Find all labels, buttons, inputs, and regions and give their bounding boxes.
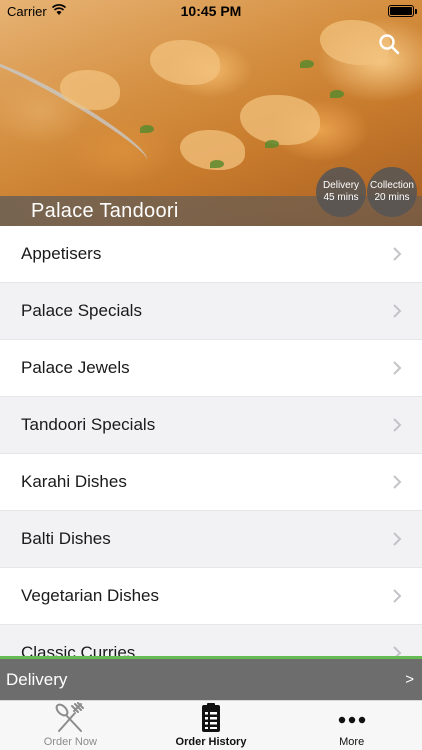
menu-category-label: Vegetarian Dishes	[21, 586, 159, 605]
herb-garnish	[210, 160, 224, 168]
menu-category-vegetarian-dishes[interactable]: Vegetarian Dishes	[0, 568, 422, 625]
chevron-right-icon	[393, 475, 402, 489]
menu-category-classic-curries[interactable]: Classic Curries	[0, 625, 422, 656]
clock: 10:45 PM	[180, 3, 242, 19]
chevron-right-icon	[393, 361, 402, 375]
delivery-time-badge: Delivery 45 mins	[316, 167, 366, 217]
delivery-badge-time: 45 mins	[323, 192, 359, 203]
menu-category-palace-jewels[interactable]: Palace Jewels	[0, 340, 422, 397]
chevron-right-icon	[393, 589, 402, 603]
restaurant-name: Palace Tandoori	[31, 200, 179, 222]
menu-category-label: Palace Specials	[21, 301, 142, 320]
tab-label: Order History	[175, 736, 247, 748]
chevron-right-icon	[393, 532, 402, 546]
tab-more[interactable]: More	[281, 701, 422, 750]
chevron-right-icon	[393, 304, 402, 318]
menu-category-balti-dishes[interactable]: Balti Dishes	[0, 511, 422, 568]
herb-garnish	[330, 90, 344, 98]
herb-garnish	[265, 140, 279, 148]
clipboard-list-icon	[194, 702, 228, 734]
menu-category-label: Appetisers	[21, 244, 102, 263]
status-bar: Carrier 10:45 PM	[0, 0, 422, 22]
ladle-decoration	[0, 47, 155, 173]
menu-category-label: Balti Dishes	[21, 529, 111, 548]
menu-category-karahi-dishes[interactable]: Karahi Dishes	[0, 454, 422, 511]
food-chunk	[240, 95, 320, 145]
food-chunk	[150, 40, 220, 85]
delivery-mode-bar[interactable]: Delivery >	[0, 656, 422, 700]
tab-bar: Order Now Order History More	[0, 700, 422, 750]
chevron-right-icon	[393, 418, 402, 432]
menu-category-label: Classic Curries	[21, 643, 136, 656]
tab-order-now[interactable]: Order Now	[0, 701, 141, 750]
delivery-mode-label: Delivery	[6, 669, 68, 689]
battery-icon	[388, 5, 417, 17]
tab-order-history[interactable]: Order History	[141, 701, 282, 750]
menu-category-appetisers[interactable]: Appetisers	[0, 226, 422, 283]
menu-category-tandoori-specials[interactable]: Tandoori Specials	[0, 397, 422, 454]
tab-label: Order Now	[43, 736, 97, 748]
collection-badge-label: Collection	[370, 180, 414, 191]
more-dots-icon	[335, 702, 369, 734]
chevron-right-icon	[393, 247, 402, 261]
collection-badge-time: 20 mins	[374, 192, 410, 203]
menu-category-label: Palace Jewels	[21, 358, 130, 377]
chevron-right-icon	[393, 646, 402, 656]
tab-label: More	[339, 736, 365, 748]
collection-time-badge: Collection 20 mins	[367, 167, 417, 217]
delivery-arrow-icon: >	[405, 671, 414, 688]
herb-garnish	[300, 60, 314, 68]
menu-category-palace-specials[interactable]: Palace Specials	[0, 283, 422, 340]
delivery-badge-label: Delivery	[322, 180, 360, 191]
herb-garnish	[140, 125, 154, 133]
fork-knife-icon	[53, 702, 87, 734]
menu-category-label: Karahi Dishes	[21, 472, 127, 491]
menu-category-list[interactable]: Appetisers Palace Specials Palace Jewels…	[0, 226, 422, 656]
search-icon[interactable]	[378, 33, 400, 55]
menu-category-label: Tandoori Specials	[21, 415, 156, 434]
